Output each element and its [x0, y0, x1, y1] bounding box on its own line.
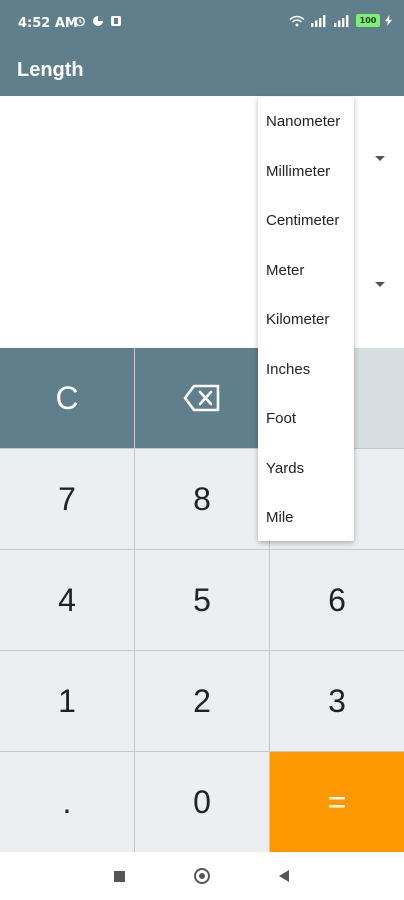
charging-icon [385, 15, 392, 26]
wifi-icon [289, 15, 305, 26]
clear-button[interactable]: C [0, 348, 134, 448]
menu-item-foot[interactable]: Foot [266, 410, 296, 427]
digit-3-button[interactable]: 3 [270, 651, 404, 751]
unit-dropdown-menu: Nanometer Millimeter Centimeter Meter Ki… [258, 97, 354, 541]
digit-5-label: 5 [193, 581, 211, 618]
digit-2-button[interactable]: 2 [135, 651, 269, 751]
digit-4-label: 4 [58, 581, 76, 618]
arrow-drop-down-icon [375, 156, 385, 161]
decimal-point-button[interactable]: . [0, 752, 134, 852]
from-input-field[interactable] [0, 96, 256, 222]
recents-icon[interactable] [114, 871, 125, 882]
signal-icon [311, 14, 326, 27]
home-icon[interactable] [194, 868, 210, 884]
digit-8-button[interactable]: 8 [135, 449, 269, 549]
back-icon[interactable] [279, 870, 289, 882]
digit-7-button[interactable]: 7 [0, 449, 134, 549]
status-notification-icons [74, 15, 122, 27]
app-bar: Length [0, 48, 404, 96]
menu-item-meter[interactable]: Meter [266, 262, 304, 279]
digit-5-button[interactable]: 5 [135, 550, 269, 650]
arrow-drop-down-icon [375, 282, 385, 287]
equals-button[interactable]: = [270, 752, 404, 852]
status-system-icons: 100 [289, 14, 392, 27]
digit-0-button[interactable]: 0 [135, 752, 269, 852]
backspace-icon [183, 384, 220, 412]
digit-6-button[interactable]: 6 [270, 550, 404, 650]
digit-2-label: 2 [193, 682, 211, 719]
backspace-button[interactable] [135, 348, 269, 448]
data-saver-icon [93, 16, 103, 26]
menu-item-nanometer[interactable]: Nanometer [266, 113, 340, 130]
equals-label: = [327, 783, 347, 820]
signal-icon-2 [334, 14, 349, 27]
page-title: Length [17, 59, 84, 81]
to-result-field [0, 222, 256, 348]
digit-4-button[interactable]: 4 [0, 550, 134, 650]
menu-item-centimeter[interactable]: Centimeter [266, 212, 339, 229]
digit-7-label: 7 [58, 480, 76, 517]
navigation-bar [0, 852, 404, 900]
menu-item-inches[interactable]: Inches [266, 361, 310, 378]
app-notification-icon [111, 16, 121, 26]
decimal-point-label: . [62, 783, 72, 820]
battery-icon: 100 [356, 14, 380, 27]
digit-0-label: 0 [193, 783, 211, 820]
digit-1-button[interactable]: 1 [0, 651, 134, 751]
alarm-icon [75, 16, 85, 27]
menu-item-mile[interactable]: Mile [266, 509, 294, 526]
menu-item-kilometer[interactable]: Kilometer [266, 311, 329, 328]
status-time: 4:52 AM [18, 16, 78, 31]
digit-6-label: 6 [328, 581, 346, 618]
menu-item-millimeter[interactable]: Millimeter [266, 163, 330, 180]
status-bar: 4:52 AM 100 [0, 0, 404, 48]
clear-label: C [55, 379, 79, 416]
digit-3-label: 3 [328, 682, 346, 719]
menu-item-yards[interactable]: Yards [266, 460, 304, 477]
digit-1-label: 1 [58, 682, 76, 719]
digit-8-label: 8 [193, 480, 211, 517]
to-unit-dropdown[interactable] [356, 262, 404, 308]
from-unit-dropdown[interactable] [356, 136, 404, 182]
